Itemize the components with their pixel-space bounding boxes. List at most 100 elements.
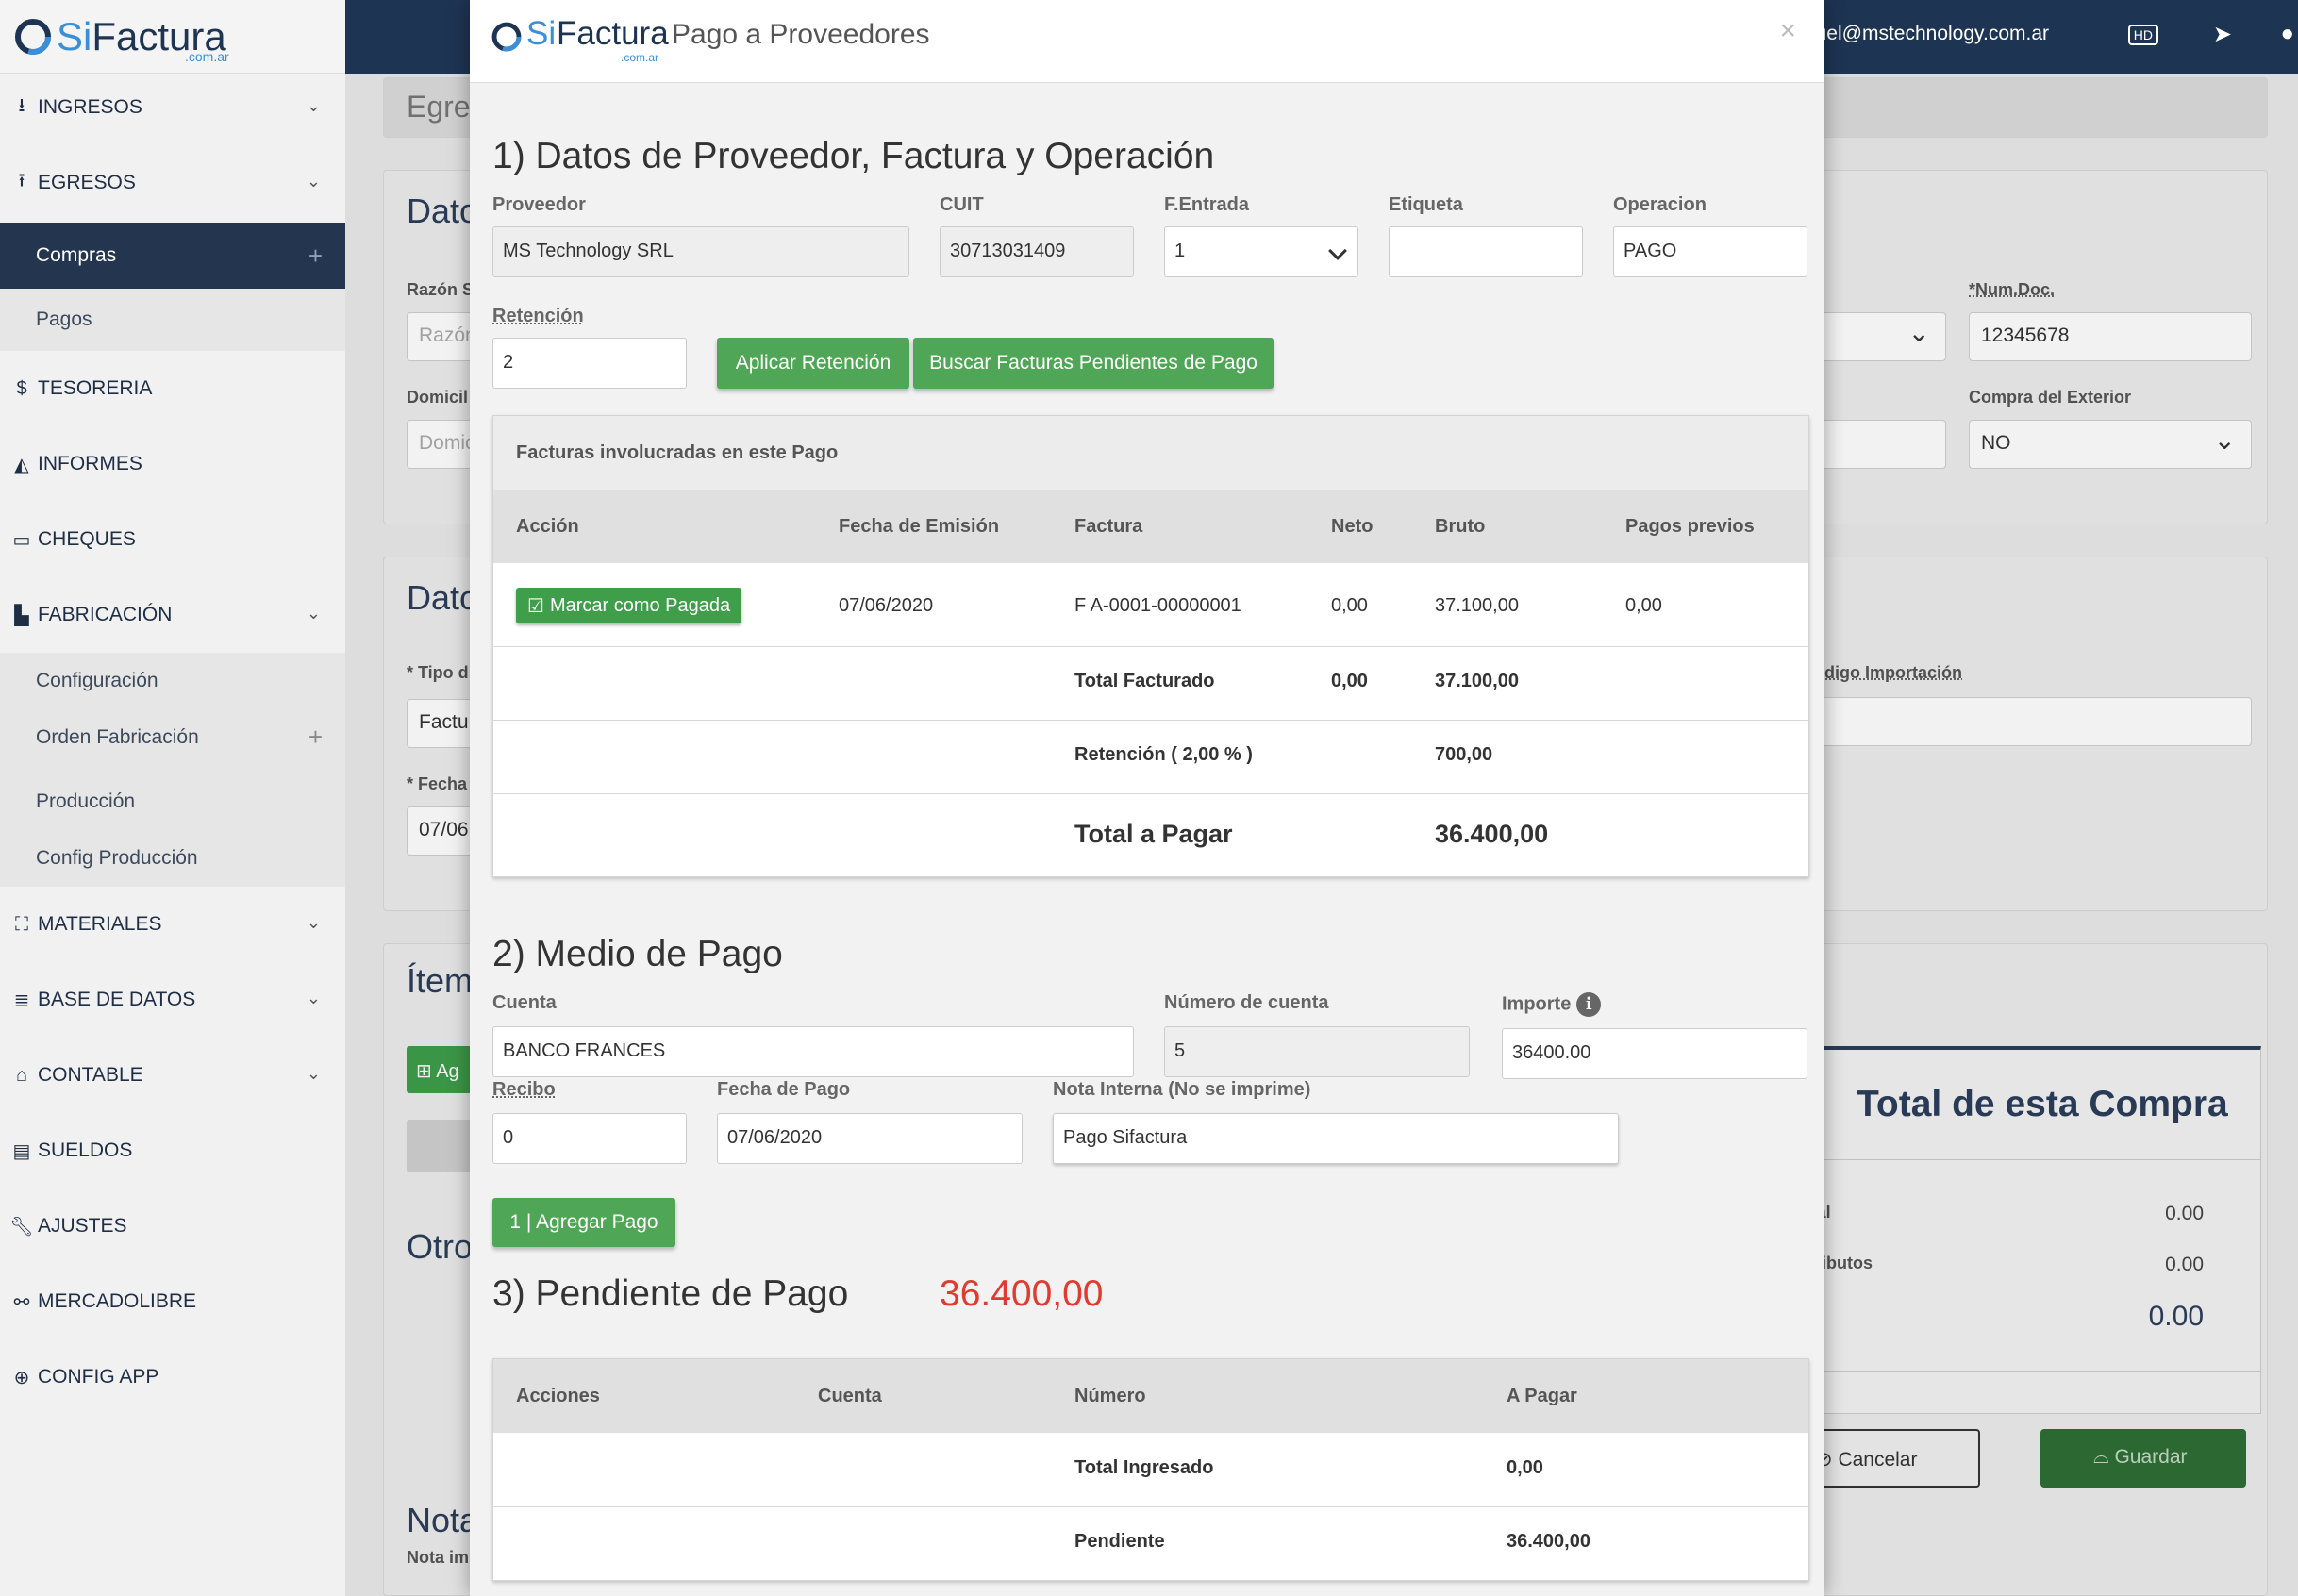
divider [493,1506,1808,1507]
menu-tesoreria[interactable]: $ TESORERIA [0,360,345,417]
sidebar-item-config-produccion[interactable]: Config Producción [0,830,345,887]
etiqueta-input[interactable] [1389,226,1583,277]
sidebar-item-config-produccion-label: Config Producción [36,847,198,869]
menu-informes[interactable]: ◭ INFORMES [0,436,345,492]
col-factura: Factura [1074,516,1143,537]
agregar-pago-button[interactable]: 1 | Agregar Pago [492,1198,675,1247]
nota-interna-label: Nota Interna (No se imprime) [1053,1079,1311,1100]
retencion-row-value: 700,00 [1435,744,1493,765]
facturas-table-header: Acción Fecha de Emisión Factura Neto Bru… [493,490,1808,563]
fentrada-select[interactable]: 1 [1164,226,1358,277]
industry-icon: ▙ [14,605,29,626]
recibo-label: Recibo [492,1079,556,1100]
chevron-down-icon: ⌄ [306,604,321,623]
close-icon[interactable]: × [1779,15,1796,47]
total-facturado-label: Total Facturado [1074,671,1215,691]
menu-ingresos[interactable]: ⭳ INGRESOS ⌄ [0,79,345,136]
col-neto: Neto [1331,516,1374,537]
row-factura: F A-0001-00000001 [1074,595,1241,616]
menu-fabricacion[interactable]: ▙ FABRICACIÓN ⌄ [0,587,345,643]
row-neto: 0,00 [1331,595,1368,616]
proveedor-input[interactable]: MS Technology SRL [492,226,909,277]
total-pagar-value: 36.400,00 [1435,820,1549,848]
row-fecha: 07/06/2020 [839,595,934,616]
menu-cheques[interactable]: ▭ CHEQUES [0,511,345,568]
col-bruto: Bruto [1435,516,1486,537]
pendiente-amount: 36.400,00 [940,1273,1104,1314]
total-facturado-neto: 0,00 [1331,671,1368,691]
importe-label: Importe [1502,993,1572,1015]
row-pagos-previos: 0,00 [1625,595,1662,616]
menu-ajustes-label: AJUSTES [38,1215,127,1237]
logo-domain: .com.ar [621,51,659,64]
nota-interna-input[interactable]: Pago Sifactura [1053,1113,1619,1164]
upload-icon: ⭱ [18,171,25,191]
fecha-pago-input[interactable]: 07/06/2020 [717,1113,1023,1164]
operacion-input[interactable]: PAGO [1613,226,1807,277]
pendiente-value: 36.400,00 [1507,1531,1590,1552]
database-icon: ≣ [13,989,30,1011]
marcar-como-pagada-button[interactable]: ☑ Marcar como Pagada [516,588,742,623]
plus-icon[interactable]: + [308,241,323,271]
col-fecha-emision: Fecha de Emisión [839,516,1000,537]
sidebar-item-produccion[interactable]: Producción [0,773,345,830]
menu-ajustes[interactable]: 🔧︎ AJUSTES [0,1198,345,1255]
menu-egresos[interactable]: ⭱ EGRESOS ⌄ [0,155,345,211]
sidebar-item-pagos[interactable]: Pagos [0,289,345,351]
bank-icon: ⌂ [15,1064,28,1086]
menu-tesoreria-label: TESORERIA [38,377,153,399]
recibo-input[interactable]: 0 [492,1113,687,1164]
retencion-row-label: Retención ( 2,00 % ) [1074,744,1253,765]
row-bruto: 37.100,00 [1435,595,1519,616]
menu-sueldos[interactable]: ▤ SUELDOS [0,1122,345,1179]
logo-si: Si [526,15,557,52]
sidebar-item-configuracion[interactable]: Configuración [0,653,345,709]
menu-base-de-datos[interactable]: ≣ BASE DE DATOS ⌄ [0,972,345,1028]
user-icon[interactable]: ● [2281,21,2295,47]
menu-contable[interactable]: ⌂ CONTABLE ⌄ [0,1047,345,1104]
aplicar-retencion-button[interactable]: Aplicar Retención [717,338,909,389]
buscar-facturas-button[interactable]: Buscar Facturas Pendientes de Pago [913,338,1274,389]
menu-sueldos-label: SUELDOS [38,1139,133,1161]
etiqueta-label: Etiqueta [1389,194,1463,215]
total-pagar-label: Total a Pagar [1074,820,1233,848]
chevron-down-icon: ⌄ [306,913,321,932]
user-email[interactable]: guel@mstechnology.com.ar [1805,23,2049,45]
importe-input[interactable]: 36400.00 [1502,1028,1807,1079]
importe-label-group: Importe i [1502,992,1602,1017]
sidebar-item-orden-fabricacion-label: Orden Fabricación [36,726,199,748]
brand-logo[interactable]: Si Factura .com.ar [0,0,345,74]
pendiente-label: Pendiente [1074,1531,1165,1552]
menu-materiales-label: MATERIALES [38,913,162,935]
facturas-table: Facturas involucradas en este Pago Acció… [492,415,1809,877]
pagos-table-header: Acciones Cuenta Número A Pagar [493,1359,1808,1433]
send-icon[interactable]: ➤ [2213,21,2232,48]
section1-title: 1) Datos de Proveedor, Factura y Operaci… [492,136,1215,176]
retencion-label: Retención [492,306,584,326]
menu-egresos-label: EGRESOS [38,172,136,193]
info-icon[interactable]: i [1576,992,1602,1017]
plus-icon[interactable]: + [308,723,323,752]
menu-materiales[interactable]: ⛶ MATERIALES ⌄ [0,896,345,953]
retencion-input[interactable]: 2 [492,338,687,389]
hd-icon[interactable]: HD [2127,25,2158,45]
total-ingresado-value: 0,00 [1507,1457,1543,1478]
chevron-down-icon: ⌄ [306,989,321,1007]
logo-ring-icon [491,22,522,52]
dollar-icon: $ [16,377,27,399]
numero-cuenta-input[interactable]: 5 [1164,1026,1470,1077]
cuit-input[interactable]: 30713031409 [940,226,1134,277]
divider [493,646,1808,647]
col-cuenta: Cuenta [818,1386,882,1406]
menu-mercadolibre-label: MERCADOLIBRE [38,1290,197,1312]
sidebar-item-orden-fabricacion[interactable]: Orden Fabricación + [0,709,345,766]
menu-config-app[interactable]: ⊕ CONFIG APP [0,1349,345,1405]
cuenta-label: Cuenta [492,992,557,1013]
menu-mercadolibre[interactable]: ⚯ MERCADOLIBRE [0,1273,345,1330]
menu-config-app-label: CONFIG APP [38,1366,159,1388]
cuenta-input[interactable]: BANCO FRANCES [492,1026,1134,1077]
chevron-down-icon: ⌄ [306,1064,321,1083]
sidebar-item-pagos-label: Pagos [36,308,92,330]
sidebar-item-compras[interactable]: Compras + [0,223,345,289]
divider [493,793,1808,794]
